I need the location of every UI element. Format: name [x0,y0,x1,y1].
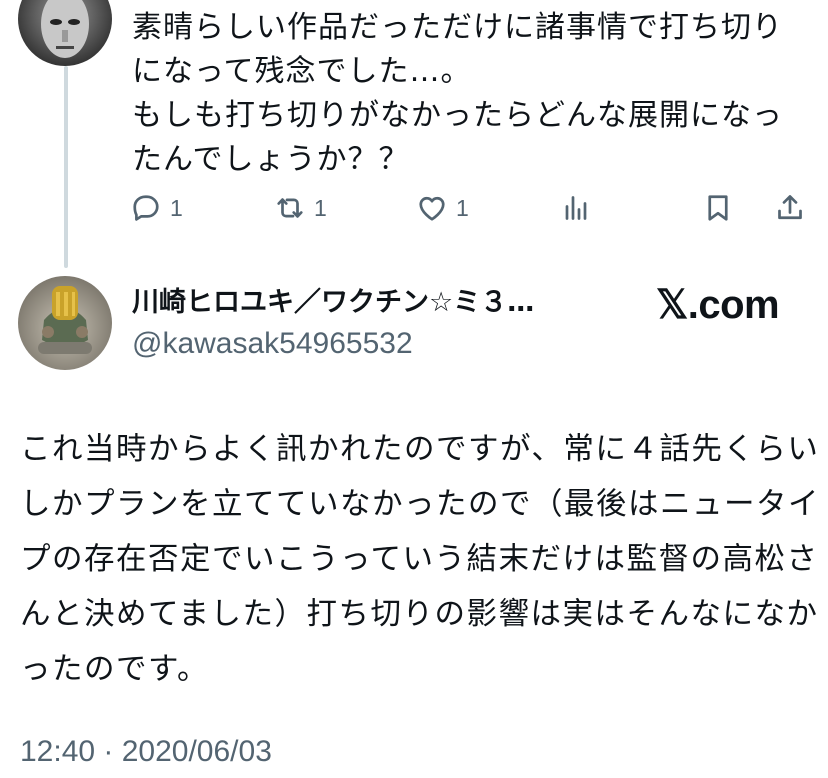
retweet-action[interactable]: 1 [272,186,327,230]
x-com-brand-logo: 𝕏.com [656,283,780,327]
like-action[interactable]: 1 [414,186,469,230]
bar-chart-icon [565,196,587,220]
robot-figure-avatar-image [18,276,112,370]
bookmark-action[interactable] [700,186,736,230]
author-handle[interactable]: @kawasak54965532 [132,326,413,362]
tweet-timestamp[interactable]: 12:40 · 2020/06/03 [20,734,272,770]
speech-bubble-icon [133,195,159,221]
share-action[interactable] [772,186,808,230]
views-action[interactable] [558,186,594,230]
share-upload-icon [778,195,802,220]
reply-author-avatar[interactable] [18,0,112,66]
reply-action[interactable]: 1 [128,186,183,230]
reply-count: 1 [170,194,183,221]
retweet-arrows-icon [277,198,303,218]
retweet-count: 1 [314,194,327,221]
thread-connector-line [64,66,68,268]
author-display-name[interactable]: 川崎ヒロユキ／ワクチン☆ミ３… [132,285,534,321]
heart-icon [419,196,445,221]
like-count: 1 [456,194,469,221]
tweet-action-bar: 1 1 1 [128,186,814,230]
main-author-avatar[interactable] [18,276,112,370]
main-tweet-text: これ当時からよく訊かれたのですが、常に４話先くらいしかプランを立てていなかったの… [20,432,820,687]
bookmark-icon [708,195,728,221]
reply-tweet-text: 素晴らしい作品だっただけに諸事情で打ち切りになって残念でした…。 もしも打ち切り… [132,10,783,177]
masked-figure-avatar-image [18,0,112,66]
